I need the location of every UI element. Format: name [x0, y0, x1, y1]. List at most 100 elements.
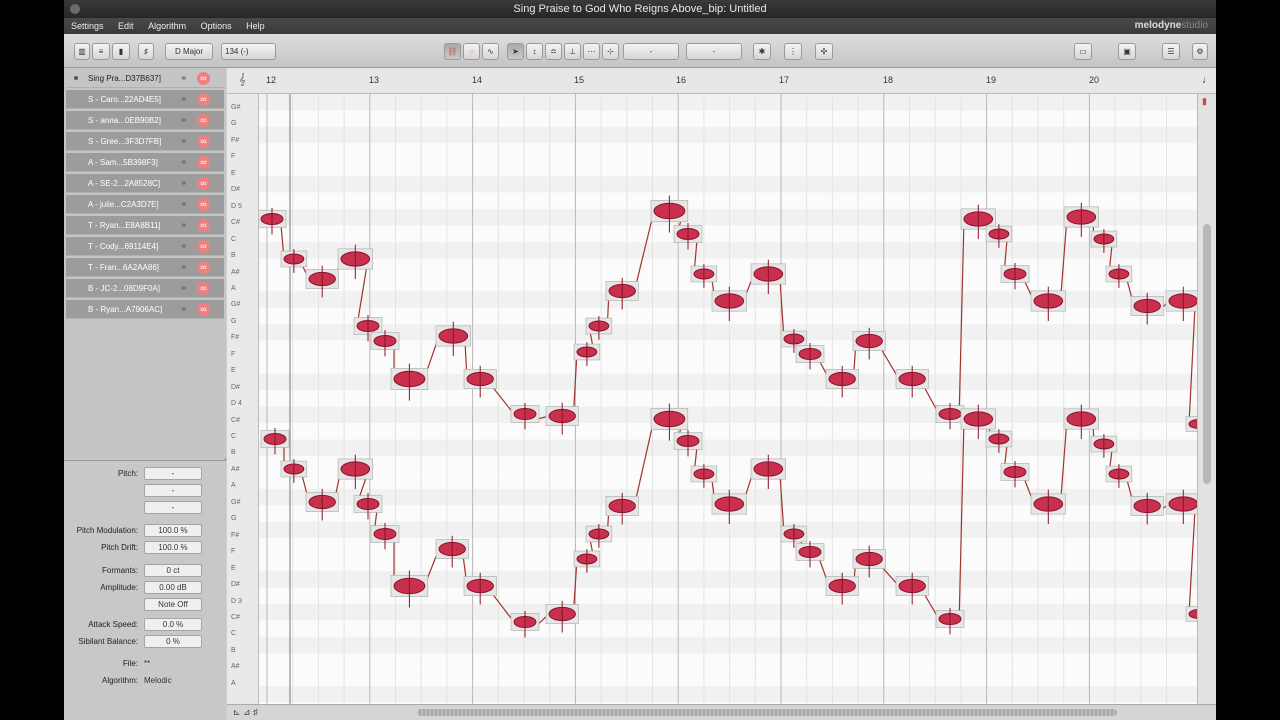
- track-item[interactable]: T - Ryan...E8A8B11] ⚭ ∞: [66, 216, 224, 235]
- pitch-field-3[interactable]: -: [144, 501, 202, 514]
- note-off-button[interactable]: Note Off: [144, 598, 202, 611]
- amplitude-tool-icon[interactable]: ⊥: [564, 43, 581, 60]
- pitch-macro-icon[interactable]: ✱: [753, 43, 771, 60]
- view-icon[interactable]: ▣: [1118, 43, 1136, 60]
- track-item[interactable]: T - Fran...6A2AA86] ⚭ ∞: [66, 258, 224, 277]
- pitch-row: [259, 176, 1197, 193]
- chain-icon[interactable]: ⚭: [180, 304, 190, 314]
- list-view-icon[interactable]: ☰: [1162, 43, 1180, 60]
- pitch-ruler[interactable]: G# G F# F E D# D 5 C# C B A# A G# G F# F E D# D 4 C# C B A# A G#…: [227, 94, 259, 704]
- pointer-tool-icon[interactable]: ➤: [507, 43, 524, 60]
- pitch-key-label: E: [231, 169, 236, 177]
- record-icon[interactable]: ○: [463, 43, 480, 60]
- chain-icon[interactable]: ⚭: [180, 199, 190, 209]
- link-icon[interactable]: ∞: [197, 219, 210, 232]
- note-grid[interactable]: [259, 94, 1197, 704]
- link-icon[interactable]: ∞: [197, 282, 210, 295]
- chain-icon[interactable]: ⚭: [180, 115, 190, 125]
- menu-settings[interactable]: Settings: [66, 18, 109, 34]
- vertical-scroll-thumb[interactable]: [1203, 224, 1211, 484]
- track-item[interactable]: S - anna...0EB90B2] ⚭ ∞: [66, 111, 224, 130]
- mixer-icon[interactable]: ≡: [92, 43, 110, 60]
- link-icon[interactable]: ∞: [197, 114, 210, 127]
- levels-icon[interactable]: ▮: [112, 43, 130, 60]
- track-item[interactable]: S - Caro...22AD4E5] ⚭ ∞: [66, 90, 224, 109]
- amplitude-field[interactable]: 0.00 dB: [144, 581, 202, 594]
- overview-waveform[interactable]: [417, 709, 1117, 716]
- menu-help[interactable]: Help: [241, 18, 270, 34]
- timeline-ruler[interactable]: 𝄞 12 13 14 15 16 17 18 19 20 ♩: [227, 68, 1216, 94]
- pitch-field[interactable]: -: [144, 467, 202, 480]
- melodyne-logo: melodynestudio: [1134, 20, 1208, 31]
- macro-field-b[interactable]: -: [686, 43, 742, 60]
- link-icon[interactable]: ∞: [197, 303, 210, 316]
- track-item[interactable]: S - Gree...3F3D7FB] ⚭ ∞: [66, 132, 224, 151]
- pitch-key-label: A: [231, 679, 236, 687]
- chain-icon[interactable]: ⚭: [180, 157, 190, 167]
- pitch-key-label: E: [231, 564, 236, 572]
- quantize-icon[interactable]: ✣: [815, 43, 833, 60]
- chain-icon[interactable]: ⚭: [180, 262, 190, 272]
- pitch-key-label: C: [231, 235, 237, 243]
- macro-field-a[interactable]: -: [623, 43, 679, 60]
- menu-options[interactable]: Options: [196, 18, 237, 34]
- settings-gear-icon[interactable]: ⚙: [1192, 43, 1208, 60]
- pitch-row: [259, 653, 1197, 670]
- timing-macro-icon[interactable]: ⋮: [784, 43, 802, 60]
- sibilant-balance-field[interactable]: 0 %: [144, 635, 202, 648]
- pitch-key-label: F#: [231, 136, 240, 144]
- sidebar: Sing Pra...D37B637] ⚭ ∞ S - Caro...22AD4E5…: [64, 68, 226, 720]
- pitch-drift-field[interactable]: 100.0 %: [144, 541, 202, 554]
- attack-speed-field[interactable]: 0.0 %: [144, 618, 202, 631]
- curve-icon[interactable]: ∿: [482, 43, 499, 60]
- chain-icon[interactable]: ⚭: [180, 136, 190, 146]
- track-item[interactable]: B - JC-2...08D9F0A] ⚭ ∞: [66, 279, 224, 298]
- tempo-field[interactable]: 134 (-): [221, 43, 276, 60]
- link-icon[interactable]: ∞: [197, 261, 210, 274]
- zoom-icon[interactable]: ▭: [1074, 43, 1092, 60]
- key-selector[interactable]: D Major: [165, 43, 213, 60]
- link-icon[interactable]: ∞: [197, 93, 210, 106]
- track-item[interactable]: B - Ryan...A7906AC] ⚭ ∞: [66, 300, 224, 319]
- link-icon[interactable]: ∞: [197, 72, 210, 85]
- pitch-field-2[interactable]: -: [144, 484, 202, 497]
- track-item[interactable]: A - SE-2...2A8528C] ⚭ ∞: [66, 174, 224, 193]
- track-item[interactable]: T - Cody...69114E4] ⚭ ∞: [66, 237, 224, 256]
- chain-icon[interactable]: ⚭: [180, 241, 190, 251]
- link-icon[interactable]: ∞: [197, 135, 210, 148]
- layout-icon[interactable]: ▥: [74, 43, 90, 60]
- pitch-key-label: C: [231, 630, 237, 638]
- pitch-tool-icon[interactable]: ↕: [526, 43, 543, 60]
- note-value-icon[interactable]: ♩: [1202, 75, 1212, 86]
- link-tool-icon[interactable]: ⛓: [444, 43, 461, 60]
- pitch-key-label: D#: [231, 383, 240, 391]
- chain-icon[interactable]: ⚭: [180, 220, 190, 230]
- treble-clef-icon[interactable]: 𝄞: [239, 74, 246, 87]
- horizontal-scrollbar[interactable]: ⊾ ⊿ ♯: [227, 704, 1216, 720]
- track-item[interactable]: A - Sam...5B398F3] ⚭ ∞: [66, 153, 224, 172]
- vertical-scrollbar[interactable]: ▮: [1197, 94, 1216, 704]
- chain-icon[interactable]: ⚭: [180, 178, 190, 188]
- chain-icon[interactable]: ⚭: [180, 73, 190, 83]
- link-icon[interactable]: ∞: [197, 198, 210, 211]
- link-icon[interactable]: ∞: [197, 177, 210, 190]
- formant-tool-icon[interactable]: ≏: [545, 43, 562, 60]
- window-close-icon[interactable]: [70, 4, 80, 14]
- pitch-modulation-field[interactable]: 100.0 %: [144, 524, 202, 537]
- track-item[interactable]: A - julie...C2A3D7E] ⚭ ∞: [66, 195, 224, 214]
- separation-tool-icon[interactable]: ⊹: [602, 43, 619, 60]
- pitch-key-label: C: [231, 433, 237, 440]
- formants-field[interactable]: 0 ct: [144, 564, 202, 577]
- menu-algorithm[interactable]: Algorithm: [143, 18, 191, 34]
- link-icon[interactable]: ∞: [197, 156, 210, 169]
- pitch-key-label: F: [231, 350, 236, 358]
- track-item[interactable]: Sing Pra...D37B637] ⚭ ∞: [66, 69, 224, 88]
- link-icon[interactable]: ∞: [197, 240, 210, 253]
- menu-edit[interactable]: Edit: [113, 18, 139, 34]
- scroll-tools-icon[interactable]: ⊾ ⊿ ♯: [233, 707, 258, 718]
- timing-tool-icon[interactable]: ⋯: [583, 43, 600, 60]
- chain-icon[interactable]: ⚭: [180, 94, 190, 104]
- tuning-icon[interactable]: ♯: [138, 43, 154, 60]
- chain-icon[interactable]: ⚭: [180, 283, 190, 293]
- zoom-meter-icon[interactable]: ▮: [1202, 96, 1207, 107]
